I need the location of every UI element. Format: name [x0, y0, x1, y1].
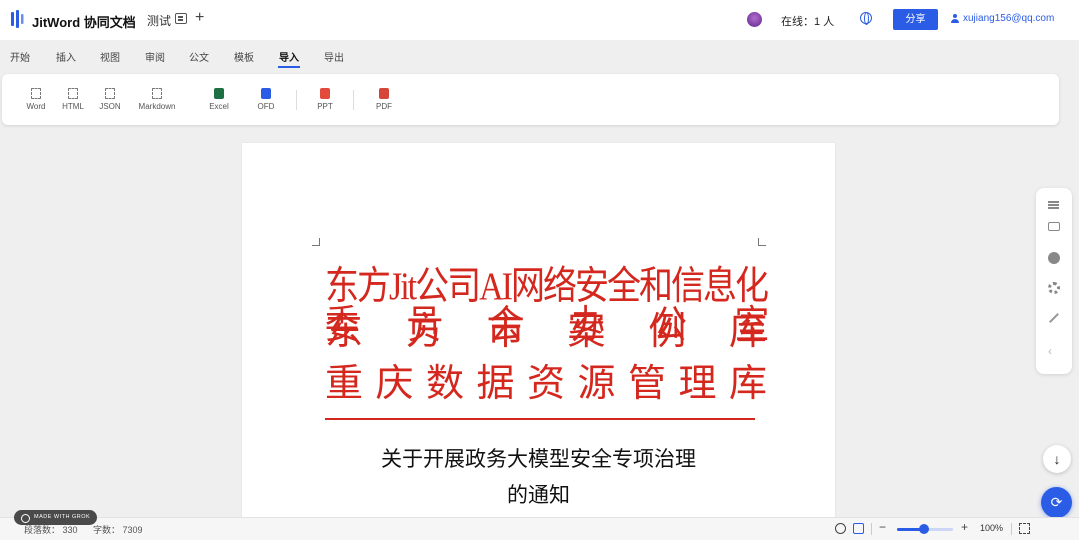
html-import-icon [68, 88, 78, 99]
tab-review[interactable]: 审阅 [145, 49, 165, 64]
markdown-import-icon [152, 88, 162, 99]
ofd-icon [261, 88, 271, 99]
outline-menu-icon[interactable] [1048, 199, 1060, 211]
import-markdown-button[interactable]: Markdown [134, 74, 180, 125]
ppt-icon [320, 88, 330, 99]
active-tab-indicator [278, 66, 300, 68]
ribbon-label: OFD [257, 102, 275, 111]
ai-assistant-button[interactable]: ⟳ [1041, 487, 1072, 518]
language-globe-icon[interactable] [835, 523, 846, 534]
document-page[interactable]: 东方Jit公司AI网络安全和信息化委员会办公室 东方市案例库 重庆数据资源管理库… [242, 143, 835, 523]
margin-corner-top-left [312, 238, 320, 246]
zoom-level: 100% [980, 523, 1004, 533]
document-title-line-1[interactable]: 关于开展政务大模型安全专项治理 [242, 443, 835, 473]
import-ribbon: Word HTML JSON Markdown Excel OFD PPT PD… [2, 74, 1059, 125]
red-header-line-2[interactable]: 东方市案例库 [325, 313, 767, 351]
tab-view[interactable]: 视图 [100, 49, 120, 64]
ribbon-separator [353, 90, 354, 110]
top-header: JitWord 协同文档 测试 + 在线：1 人 分享 xujiang156@q… [0, 0, 1079, 40]
word-count: 字数： 7309 [93, 525, 143, 535]
menu-tabs: 开始 插入 视图 审阅 公文 模板 导入 导出 [0, 40, 1079, 70]
import-excel-button[interactable]: Excel [204, 74, 234, 125]
zoom-in-icon[interactable]: + [961, 521, 972, 533]
status-divider [871, 523, 872, 535]
red-divider-rule [325, 418, 755, 420]
page-layout-icon[interactable] [853, 523, 864, 534]
user-icon [951, 14, 959, 23]
import-ofd-button[interactable]: OFD [252, 74, 280, 125]
ribbon-label: JSON [99, 102, 121, 111]
tab-insert[interactable]: 插入 [56, 49, 76, 64]
ribbon-label: Markdown [138, 102, 176, 111]
import-ppt-button[interactable]: PPT [311, 74, 339, 125]
tab-export[interactable]: 导出 [324, 49, 344, 64]
ribbon-label: Word [26, 102, 46, 111]
document-name[interactable]: 测试 [147, 12, 171, 29]
zoom-out-icon[interactable]: − [879, 521, 890, 533]
tab-import[interactable]: 导入 [279, 49, 299, 64]
made-with-badge: MADE WITH GROK [14, 510, 98, 525]
ribbon-label: PPT [317, 102, 333, 111]
share-button[interactable]: 分享 [893, 9, 938, 30]
import-html-button[interactable]: HTML [58, 74, 88, 125]
new-document-plus-icon[interactable]: + [195, 9, 204, 27]
app-brand: JitWord 协同文档 [32, 15, 136, 30]
document-title-line-2[interactable]: 的通知 [242, 479, 835, 509]
status-bar: 段落数： 330 字数： 7309 − + 100% [0, 517, 1079, 540]
import-json-button[interactable]: JSON [96, 74, 124, 125]
history-clock-icon[interactable] [1048, 252, 1060, 264]
margin-corner-top-right [758, 238, 766, 246]
fullscreen-icon[interactable] [1019, 523, 1030, 534]
document-outline-icon[interactable] [175, 13, 187, 24]
word-import-icon [31, 88, 41, 99]
excel-icon [214, 88, 224, 99]
avatar[interactable] [747, 12, 762, 27]
right-side-toolbar: ‹ [1036, 188, 1072, 374]
user-email[interactable]: xujiang156@qq.com [963, 13, 1054, 24]
settings-gear-icon[interactable] [1048, 282, 1060, 294]
ribbon-separator [296, 90, 297, 110]
status-divider [1011, 523, 1012, 535]
tool-wrench-icon[interactable] [1048, 312, 1060, 324]
import-word-button[interactable]: Word [22, 74, 50, 125]
pdf-icon [379, 88, 389, 99]
import-pdf-button[interactable]: PDF [370, 74, 398, 125]
tab-official-doc[interactable]: 公文 [189, 49, 209, 64]
collapse-chevron-icon[interactable]: ‹ [1048, 345, 1060, 357]
zoom-slider-handle[interactable] [919, 524, 929, 534]
ribbon-label: PDF [376, 102, 392, 111]
scroll-down-button[interactable]: ↓ [1043, 445, 1071, 473]
ribbon-label: HTML [62, 102, 84, 111]
jitword-logo-icon [11, 10, 24, 28]
tab-template[interactable]: 模板 [234, 49, 254, 64]
comment-icon[interactable] [1048, 222, 1060, 231]
ribbon-label: Excel [209, 102, 229, 111]
tab-start[interactable]: 开始 [10, 49, 30, 64]
red-header-line-3[interactable]: 重庆数据资源管理库 [325, 365, 767, 403]
json-import-icon [105, 88, 115, 99]
globe-icon[interactable] [860, 12, 872, 25]
online-count: 在线：1 人 [781, 16, 835, 28]
